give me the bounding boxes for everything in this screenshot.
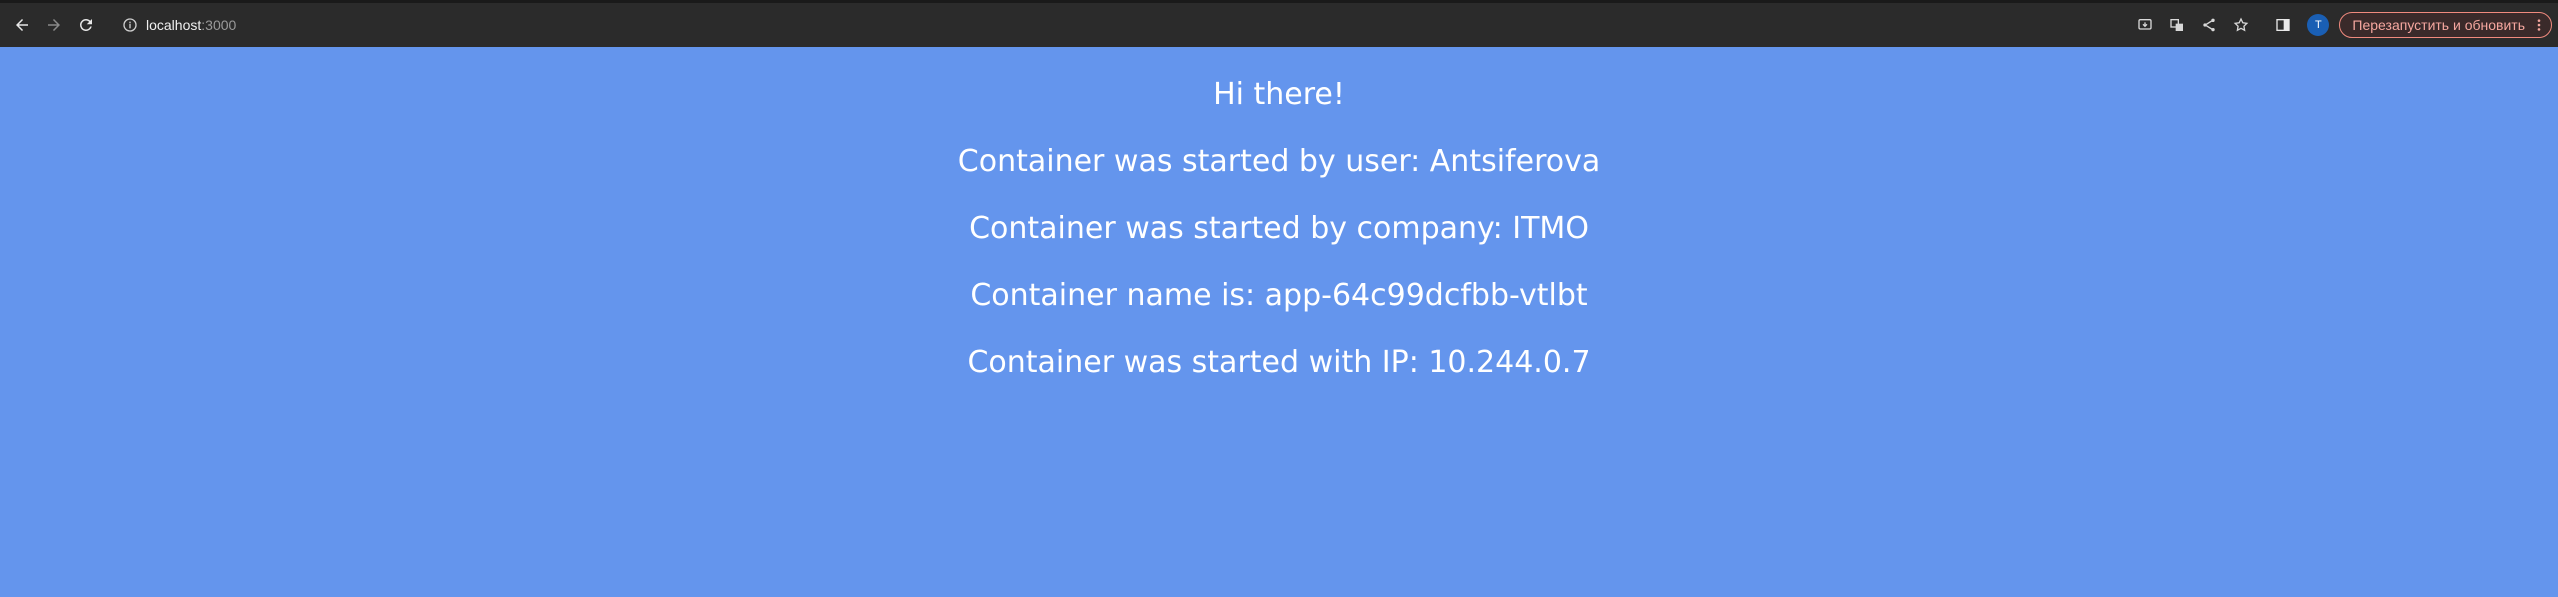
bookmark-star-icon	[2234, 17, 2249, 32]
address-bar[interactable]: localhost:3000	[122, 17, 236, 33]
reload-icon	[79, 18, 92, 31]
install-icon	[2138, 19, 2153, 30]
translate-button[interactable]	[2163, 11, 2191, 39]
url-host: localhost	[146, 17, 202, 33]
container-name-line: Container name is: app-64c99dcfbb-vtlbt	[970, 278, 1588, 313]
user-line: Container was started by user: Antsifero…	[957, 144, 1601, 179]
forward-button[interactable]	[40, 11, 68, 39]
side-panel-icon	[2276, 19, 2291, 31]
back-icon	[16, 19, 28, 31]
side-panel-button[interactable]	[2269, 11, 2297, 39]
profile-avatar[interactable]: T	[2307, 14, 2330, 36]
more-vert-icon[interactable]	[2533, 18, 2545, 32]
company-line: Container was started by company: ITMO	[969, 211, 1589, 246]
greeting-text: Hi there!	[1213, 77, 1345, 112]
relaunch-update-button[interactable]: Перезапустить и обновить	[2339, 12, 2552, 38]
back-button[interactable]	[8, 11, 36, 39]
info-icon[interactable]	[122, 17, 138, 33]
toolbar-actions: T Перезапустить и обновить	[2127, 11, 2558, 39]
reload-button[interactable]	[72, 11, 100, 39]
forward-icon	[48, 19, 60, 31]
url-port: :3000	[201, 17, 237, 33]
share-icon	[2203, 18, 2216, 32]
browser-toolbar: localhost:3000 T Перезапустить и обновит…	[0, 0, 2558, 47]
ip-line: Container was started with IP: 10.244.0.…	[967, 345, 1591, 380]
install-button[interactable]	[2131, 11, 2159, 39]
translate-icon	[2170, 19, 2184, 31]
relaunch-update-label: Перезапустить и обновить	[2352, 17, 2525, 33]
bookmark-button[interactable]	[2227, 11, 2255, 39]
share-button[interactable]	[2195, 11, 2223, 39]
